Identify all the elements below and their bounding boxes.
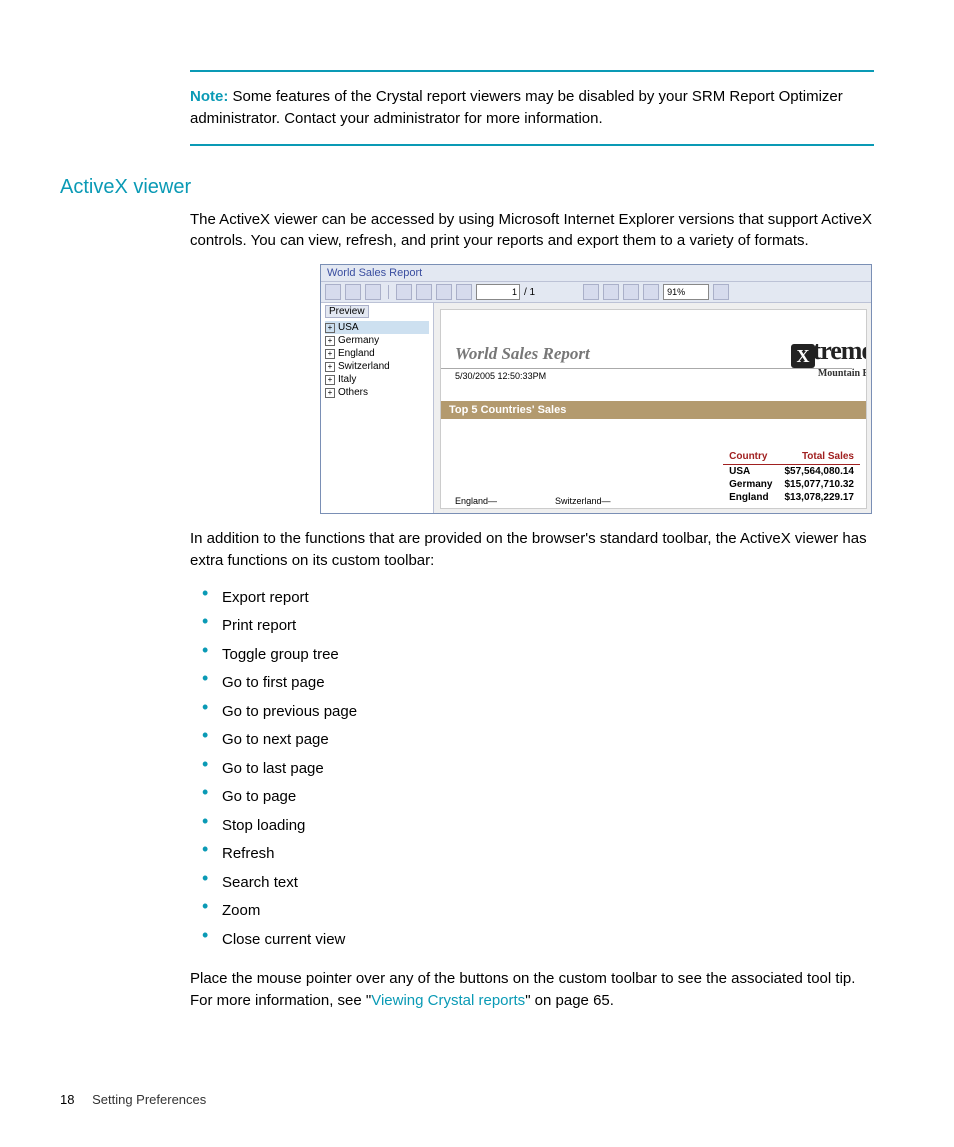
zoom-select[interactable]: 91% — [663, 284, 709, 300]
section-heading: ActiveX viewer — [60, 176, 874, 199]
group-tree-icon[interactable] — [365, 284, 381, 300]
xtreme-logo: Xtreme Mountain Bi — [791, 336, 867, 379]
table-row: USA$57,564,080.14 — [723, 465, 860, 479]
intro-paragraph: The ActiveX viewer can be accessed by us… — [190, 209, 874, 253]
tree-item[interactable]: +Italy — [325, 373, 429, 386]
next-page-icon[interactable] — [436, 284, 452, 300]
tree-item[interactable]: +USA — [325, 321, 429, 334]
sales-table: Country Total Sales USA$57,564,080.14Ger… — [723, 449, 860, 504]
list-item: Go to first page — [218, 669, 874, 698]
viewing-crystal-reports-link[interactable]: Viewing Crystal reports — [371, 992, 525, 1009]
list-item: Toggle group tree — [218, 641, 874, 670]
table-row: Germany$15,077,710.32 — [723, 478, 860, 491]
print-icon[interactable] — [345, 284, 361, 300]
list-item: Export report — [218, 584, 874, 613]
custom-toolbar: 1 / 1 91% — [321, 282, 871, 303]
page-number-input[interactable]: 1 — [476, 284, 520, 300]
functions-list: Export reportPrint reportToggle group tr… — [190, 584, 874, 955]
list-item: Zoom — [218, 897, 874, 926]
note-label: Note: — [190, 88, 228, 105]
zoom-dropdown-icon[interactable] — [713, 284, 729, 300]
export-icon[interactable] — [325, 284, 341, 300]
list-item: Go to last page — [218, 755, 874, 784]
section-band: Top 5 Countries' Sales — [441, 401, 866, 419]
group-tree-pane: Preview +USA+Germany+England+Switzerland… — [321, 303, 434, 513]
page-footer: 18 Setting Preferences — [60, 1092, 874, 1107]
report-area: World Sales Report 5/30/2005 12:50:33PM … — [434, 303, 871, 513]
activex-screenshot: World Sales Report 1 / 1 91% — [320, 264, 872, 514]
refresh-icon[interactable] — [603, 284, 619, 300]
note-block: Note: Some features of the Crystal repor… — [190, 86, 874, 130]
page-number: 18 — [60, 1092, 74, 1107]
chart-label: England— — [455, 496, 497, 506]
tree-item[interactable]: +Others — [325, 386, 429, 399]
list-item: Close current view — [218, 926, 874, 955]
tree-item[interactable]: +Germany — [325, 334, 429, 347]
tail-paragraph: Place the mouse pointer over any of the … — [190, 968, 874, 1012]
last-page-icon[interactable] — [456, 284, 472, 300]
list-item: Refresh — [218, 840, 874, 869]
window-title: World Sales Report — [321, 265, 871, 282]
first-page-icon[interactable] — [396, 284, 412, 300]
col-total-sales: Total Sales — [778, 449, 860, 465]
list-item: Go to next page — [218, 726, 874, 755]
preview-tab[interactable]: Preview — [325, 305, 369, 318]
mid-paragraph: In addition to the functions that are pr… — [190, 528, 874, 572]
chart-label: Switzerland— — [555, 496, 611, 506]
help-icon[interactable] — [623, 284, 639, 300]
prev-page-icon[interactable] — [416, 284, 432, 300]
note-text: Some features of the Crystal report view… — [190, 88, 843, 127]
table-row: England$13,078,229.17 — [723, 491, 860, 504]
tree-item[interactable]: +Switzerland — [325, 360, 429, 373]
list-item: Print report — [218, 612, 874, 641]
list-item: Go to previous page — [218, 698, 874, 727]
page-total: / 1 — [524, 287, 535, 298]
list-item: Stop loading — [218, 812, 874, 841]
list-item: Go to page — [218, 783, 874, 812]
section-name: Setting Preferences — [92, 1092, 206, 1107]
stop-icon[interactable] — [583, 284, 599, 300]
tree-item[interactable]: +England — [325, 347, 429, 360]
list-item: Search text — [218, 869, 874, 898]
search-icon[interactable] — [643, 284, 659, 300]
col-country: Country — [723, 449, 778, 465]
